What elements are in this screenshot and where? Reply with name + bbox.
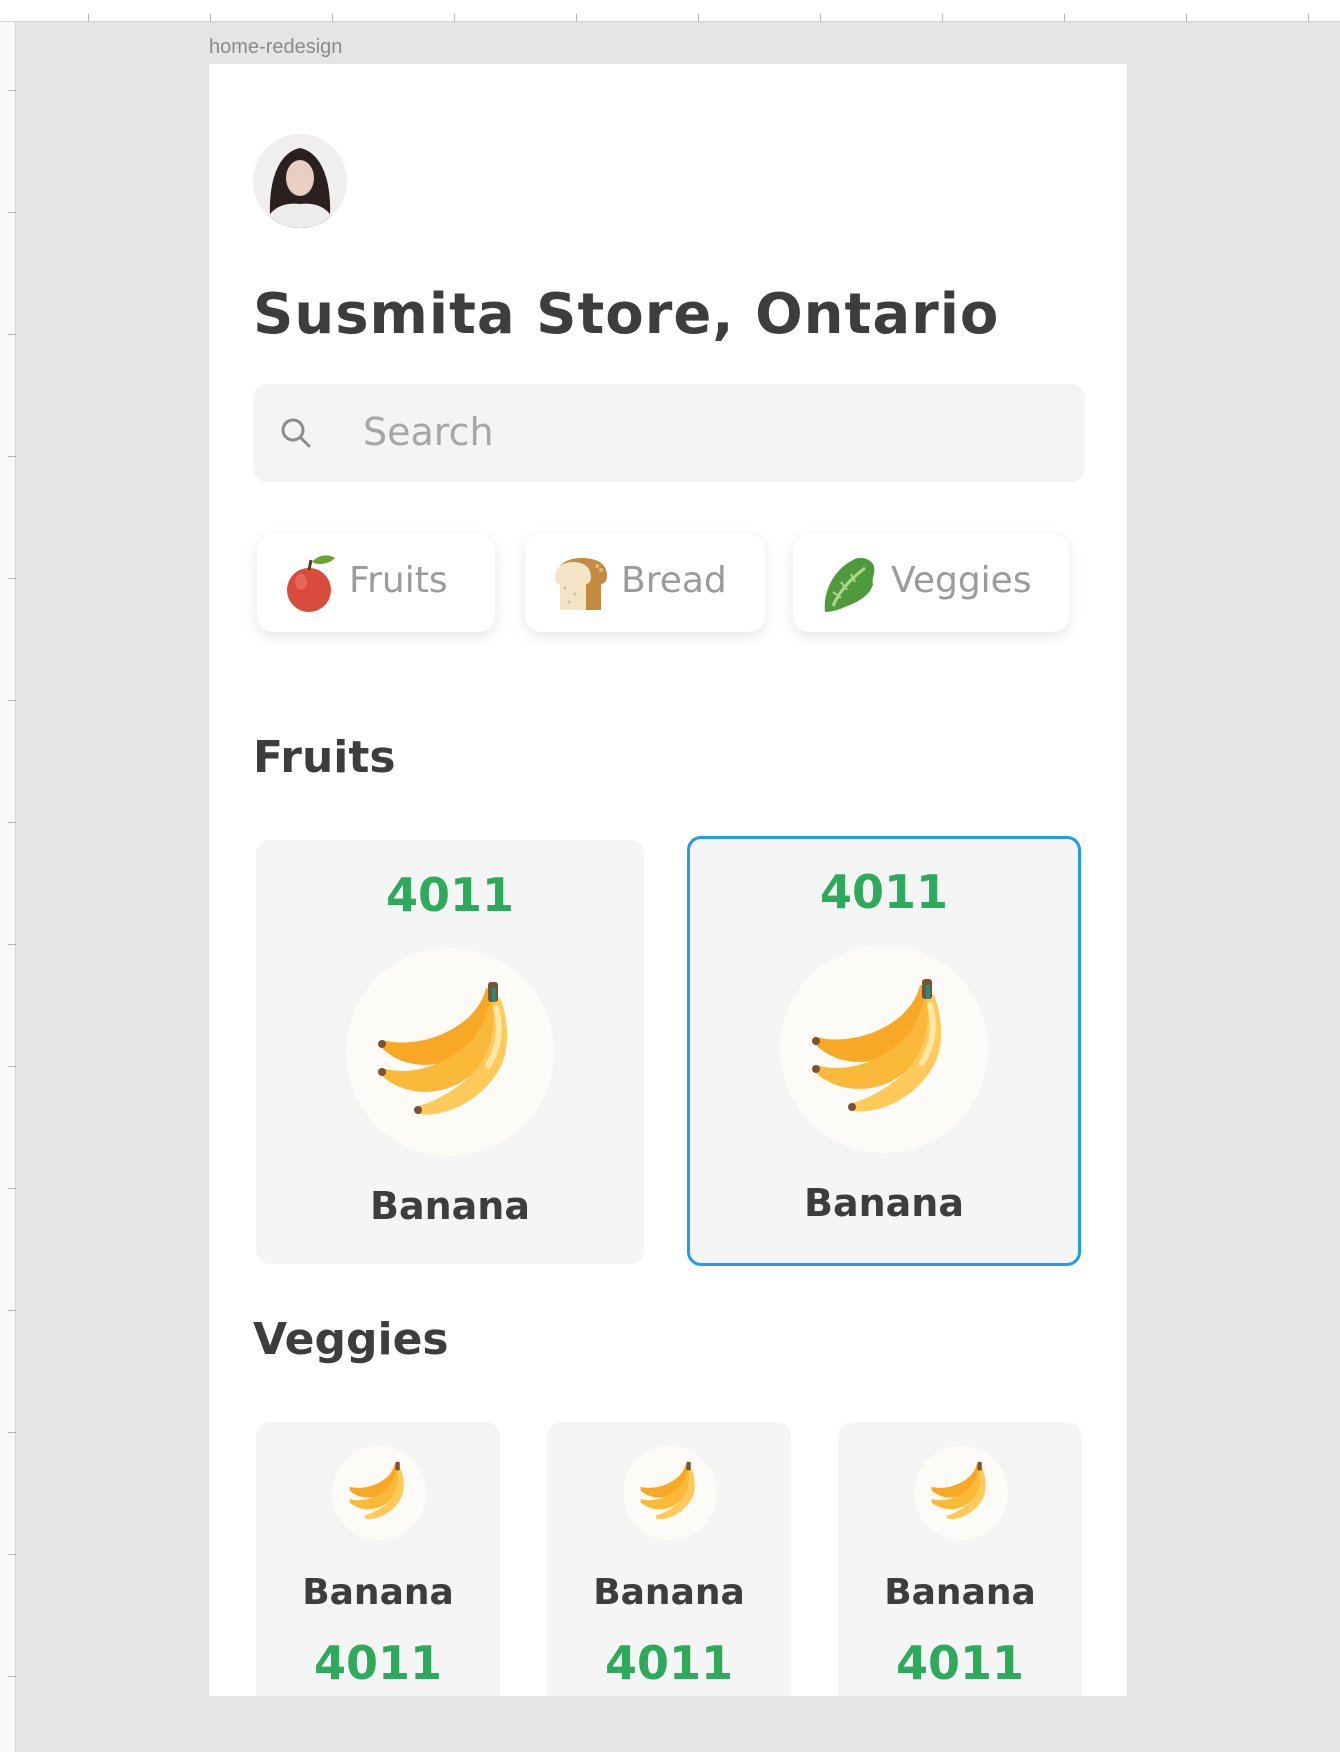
product-card-selected[interactable]: 4011 Banana — [687, 836, 1081, 1266]
ruler-tick — [8, 822, 16, 823]
ruler-tick — [454, 14, 455, 22]
product-card[interactable]: 4011 Banana — [256, 840, 644, 1264]
product-image — [914, 1446, 1008, 1540]
product-code: 4011 — [313, 1636, 443, 1690]
product-image — [346, 948, 554, 1156]
product-code: 4011 — [895, 1636, 1025, 1690]
ruler-tick — [8, 578, 16, 579]
ruler-tick — [8, 90, 16, 91]
search-bar[interactable] — [253, 384, 1085, 482]
banana-icon — [349, 1461, 404, 1520]
ruler-tick — [942, 14, 943, 22]
category-chip-bread[interactable]: Bread — [525, 534, 765, 632]
lettuce-icon — [824, 557, 875, 612]
banana-icon — [812, 979, 942, 1112]
chip-label: Veggies — [891, 560, 1032, 601]
ruler-tick — [576, 14, 577, 22]
banana-icon — [931, 1461, 986, 1520]
section-title-veggies: Veggies — [253, 1314, 449, 1365]
product-image — [332, 1446, 426, 1540]
ruler-tick — [8, 334, 16, 335]
ruler-tick — [332, 14, 333, 22]
chip-label: Fruits — [349, 560, 448, 601]
ruler-tick — [8, 1676, 16, 1677]
ruler-tick — [8, 1432, 16, 1433]
ruler-tick — [210, 14, 211, 22]
ruler-tick — [8, 1310, 16, 1311]
product-name: Banana — [884, 1572, 1036, 1613]
ruler-tick — [88, 14, 89, 22]
product-card[interactable]: Banana 4011 — [547, 1422, 791, 1696]
section-title-fruits: Fruits — [253, 732, 396, 783]
avatar-image — [253, 134, 347, 228]
banana-icon — [378, 982, 508, 1115]
chip-label: Bread — [621, 560, 727, 601]
category-chip-veggies[interactable]: Veggies — [793, 534, 1069, 632]
product-code: 4011 — [385, 868, 515, 922]
product-name: Banana — [370, 1184, 530, 1228]
product-image — [780, 945, 988, 1153]
category-chip-fruits[interactable]: Fruits — [257, 534, 495, 632]
ruler-tick — [8, 212, 16, 213]
artboard: Susmita Store, Ontario Fruits Bread — [209, 64, 1127, 1696]
ruler-tick — [8, 944, 16, 945]
product-image — [623, 1446, 717, 1540]
product-code: 4011 — [604, 1636, 734, 1690]
ruler-tick — [8, 1066, 16, 1067]
ruler-tick — [1308, 14, 1309, 22]
store-title: Susmita Store, Ontario — [253, 282, 1000, 347]
banana-icon — [640, 1461, 695, 1520]
ruler-tick — [820, 14, 821, 22]
ruler-tick — [8, 456, 16, 457]
artboard-name[interactable]: home-redesign — [209, 36, 342, 59]
ruler-tick — [1064, 14, 1065, 22]
vertical-ruler — [0, 22, 16, 1752]
ruler-tick — [8, 1554, 16, 1555]
product-name: Banana — [593, 1572, 745, 1613]
product-name: Banana — [302, 1572, 454, 1613]
horizontal-ruler — [0, 0, 1340, 22]
product-code: 4011 — [819, 865, 949, 919]
search-input[interactable] — [363, 404, 1043, 460]
product-card[interactable]: Banana 4011 — [256, 1422, 500, 1696]
product-name: Banana — [804, 1181, 964, 1225]
search-icon — [281, 418, 311, 448]
ruler-tick — [698, 14, 699, 22]
bread-icon — [555, 558, 607, 610]
apple-icon — [287, 555, 335, 612]
ruler-tick — [1186, 14, 1187, 22]
ruler-tick — [8, 700, 16, 701]
avatar[interactable] — [253, 134, 347, 228]
product-card[interactable]: Banana 4011 — [838, 1422, 1082, 1696]
ruler-tick — [8, 1188, 16, 1189]
